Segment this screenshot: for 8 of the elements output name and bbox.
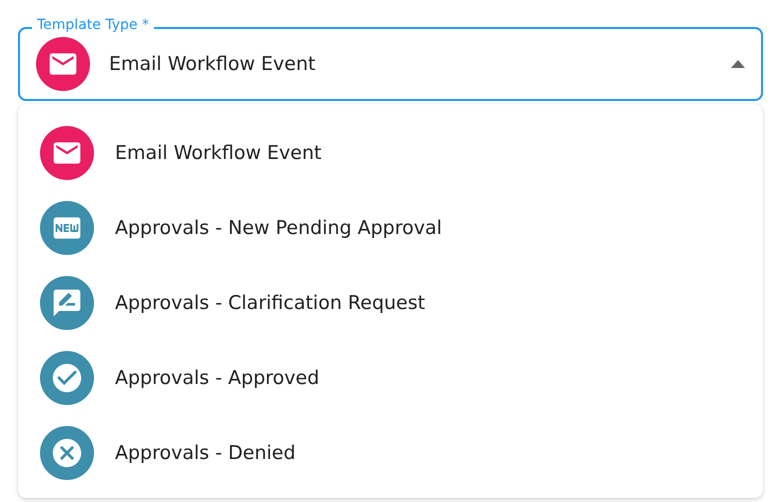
menu-item[interactable]: Approvals - Clarification Request — [18, 265, 763, 340]
selected-value: Email Workflow Event — [109, 53, 316, 75]
menu-item[interactable]: Approvals - Denied — [18, 415, 763, 490]
field-label: Template Type * — [32, 16, 154, 34]
menu-item[interactable]: Approvals - Approved — [18, 340, 763, 415]
menu-item[interactable]: Email Workflow Event — [18, 115, 763, 190]
menu-item[interactable]: Approvals - New Pending Approval — [18, 190, 763, 265]
caret-icon[interactable] — [731, 60, 745, 68]
